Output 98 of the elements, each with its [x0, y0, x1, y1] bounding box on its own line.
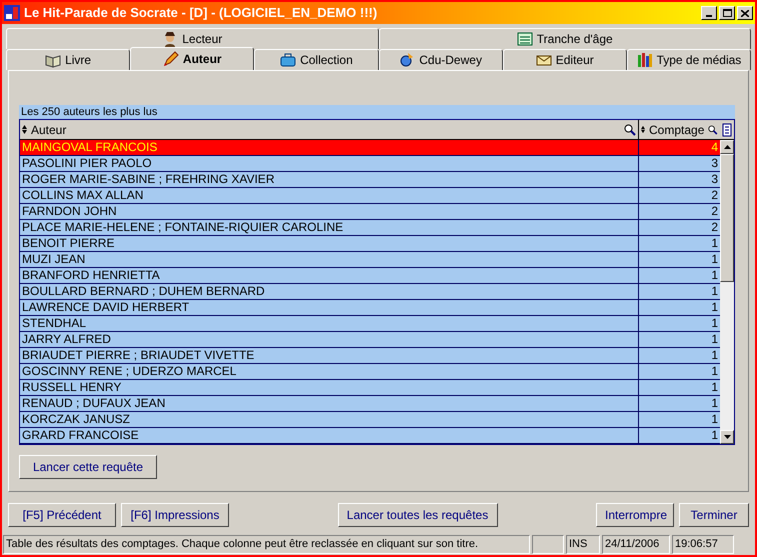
- sort-icon: [22, 125, 27, 134]
- scroll-down-icon[interactable]: [724, 435, 730, 439]
- table-cell: LAWRENCE DAVID HERBERT: [20, 300, 639, 315]
- table-row[interactable]: FARNDON JOHN 2: [20, 204, 720, 220]
- sort-icon: [641, 125, 645, 134]
- status-message: Table des résultats des comptages. Chaque colonne peut être reclassée en cliquant sur son titre.: [3, 535, 530, 554]
- table-cell-text: 1: [710, 348, 719, 363]
- scroll-up-icon[interactable]: [724, 145, 730, 149]
- table-row[interactable]: COLLINS MAX ALLAN 2: [20, 188, 720, 204]
- table-cell-text: 1: [710, 236, 719, 251]
- app-icon: [4, 5, 20, 21]
- table-cell-text: 1: [710, 364, 719, 379]
- tab[interactable]: Lecteur: [6, 28, 378, 49]
- table-row[interactable]: MUZI JEAN 1: [20, 252, 720, 268]
- table-row[interactable]: PLACE MARIE-HELENE ; FONTAINE-RIQUIER CAROLINE 2: [20, 220, 720, 236]
- column-chooser-icon[interactable]: [720, 120, 734, 140]
- table-cell-text: 1: [710, 332, 719, 347]
- table-row[interactable]: JARRY ALFRED 1: [20, 332, 720, 348]
- table-cell: STENDHAL: [20, 316, 639, 331]
- table-cell-text: 1: [710, 412, 719, 427]
- scrollbar[interactable]: [720, 140, 734, 444]
- search-icon[interactable]: [708, 124, 718, 136]
- table-cell: ROGER MARIE-SABINE ; FREHRING XAVIER: [20, 172, 639, 187]
- status-time: 19:06:57: [672, 535, 734, 554]
- table-cell-text: 1: [710, 300, 719, 315]
- table-cell: MUZI JEAN: [20, 252, 639, 267]
- table-cell-text: 1: [710, 284, 719, 299]
- table-cell: PASOLINI PIER PAOLO: [20, 156, 639, 171]
- tab[interactable]: Type de médias: [626, 49, 752, 70]
- print-button[interactable]: [F6] Impressions: [121, 503, 229, 527]
- previous-button[interactable]: [F5] Précédent: [8, 503, 116, 527]
- tab[interactable]: Editeur: [502, 49, 627, 70]
- tab[interactable]: Auteur: [130, 47, 254, 70]
- table-cell: RENAUD ; DUFAUX JEAN: [20, 396, 639, 411]
- status-date: 24/11/2006: [602, 535, 670, 554]
- table-cell: RUSSELL HENRY: [20, 380, 639, 395]
- table-row[interactable]: GOSCINNY RENE ; UDERZO MARCEL 1: [20, 364, 720, 380]
- table-cell: GRARD FRANCOISE: [20, 428, 639, 443]
- table-row[interactable]: GRARD FRANCOISE 1: [20, 428, 720, 444]
- column-header[interactable]: Auteur: [20, 120, 639, 139]
- table-caption: Les 250 auteurs les plus lus: [19, 105, 735, 119]
- table-row[interactable]: KORCZAK JANUSZ 1: [20, 412, 720, 428]
- table-cell-text: 1: [710, 316, 719, 331]
- table-cell: JARRY ALFRED: [20, 332, 639, 347]
- table-row[interactable]: STENDHAL 1: [20, 316, 720, 332]
- table-cell: GOSCINNY RENE ; UDERZO MARCEL: [20, 364, 639, 379]
- table-cell-text: 1: [710, 380, 719, 395]
- globe-icon: [399, 52, 416, 68]
- briefcase-icon: [280, 52, 296, 68]
- table-row[interactable]: PASOLINI PIER PAOLO 3: [20, 156, 720, 172]
- table-cell-text: 2: [710, 204, 719, 219]
- table-row[interactable]: BOULLARD BERNARD ; DUHEM BERNARD 1: [20, 284, 720, 300]
- calendar-icon: [516, 31, 533, 47]
- tab[interactable]: Cdu-Dewey: [378, 49, 503, 70]
- table-cell-text: 1: [710, 396, 719, 411]
- window-title: Le Hit-Parade de Socrate - [D] - (LOGICIEL_EN_DEMO !!!): [24, 4, 378, 22]
- table-row[interactable]: MAINGOVAL FRANCOIS 4: [20, 140, 720, 156]
- tab[interactable]: Tranche d'âge: [378, 28, 751, 49]
- table-cell-text: 1: [710, 252, 719, 267]
- table-row[interactable]: BRIAUDET PIERRE ; BRIAUDET VIVETTE 1: [20, 348, 720, 364]
- table-cell-text: 1: [710, 268, 719, 283]
- run-all-queries-button[interactable]: Lancer toutes les requêtes: [338, 503, 498, 527]
- table-row[interactable]: LAWRENCE DAVID HERBERT 1: [20, 300, 720, 316]
- maximize-button[interactable]: [719, 6, 735, 20]
- run-query-button[interactable]: Lancer cette requête: [19, 455, 157, 479]
- table-cell: COLLINS MAX ALLAN: [20, 188, 639, 203]
- table-cell-text: 2: [710, 220, 719, 235]
- tab[interactable]: Livre: [6, 49, 130, 70]
- close-icon: [741, 10, 749, 16]
- table-cell-text: 2: [710, 188, 719, 203]
- table-cell: FARNDON JOHN: [20, 204, 639, 219]
- table-row[interactable]: BRANFORD HENRIETTA 1: [20, 268, 720, 284]
- table-cell: BRANFORD HENRIETTA: [20, 268, 639, 283]
- table-cell: BENOIT PIERRE: [20, 236, 639, 251]
- search-icon[interactable]: [624, 124, 636, 136]
- table-row[interactable]: BENOIT PIERRE 1: [20, 236, 720, 252]
- table-cell: MAINGOVAL FRANCOIS: [20, 140, 639, 155]
- table-cell: BOULLARD BERNARD ; DUHEM BERNARD: [20, 284, 639, 299]
- close-button[interactable]: [737, 6, 753, 20]
- insert-mode-indicator: INS: [566, 535, 600, 554]
- interrupt-button[interactable]: Interrompre: [596, 503, 674, 527]
- books-icon: [636, 52, 653, 68]
- status-panel: [532, 535, 564, 554]
- table-cell-text: 3: [710, 172, 719, 187]
- table-cell-text: 1: [710, 428, 719, 443]
- finish-button[interactable]: Terminer: [679, 503, 749, 527]
- minimize-button[interactable]: [701, 6, 717, 20]
- table-row[interactable]: RUSSELL HENRY 1: [20, 380, 720, 396]
- pen-icon: [162, 51, 179, 67]
- table-cell: PLACE MARIE-HELENE ; FONTAINE-RIQUIER CAROLINE: [20, 220, 639, 235]
- tab[interactable]: Collection: [254, 49, 379, 70]
- table-cell: BRIAUDET PIERRE ; BRIAUDET VIVETTE: [20, 348, 639, 363]
- table-row[interactable]: RENAUD ; DUFAUX JEAN 1: [20, 396, 720, 412]
- table-cell-text: 4: [710, 140, 719, 155]
- column-header[interactable]: Comptage: [639, 120, 720, 139]
- table-row[interactable]: ROGER MARIE-SABINE ; FREHRING XAVIER 3: [20, 172, 720, 188]
- table-cell-text: 3: [710, 156, 719, 171]
- table-cell: KORCZAK JANUSZ: [20, 412, 639, 427]
